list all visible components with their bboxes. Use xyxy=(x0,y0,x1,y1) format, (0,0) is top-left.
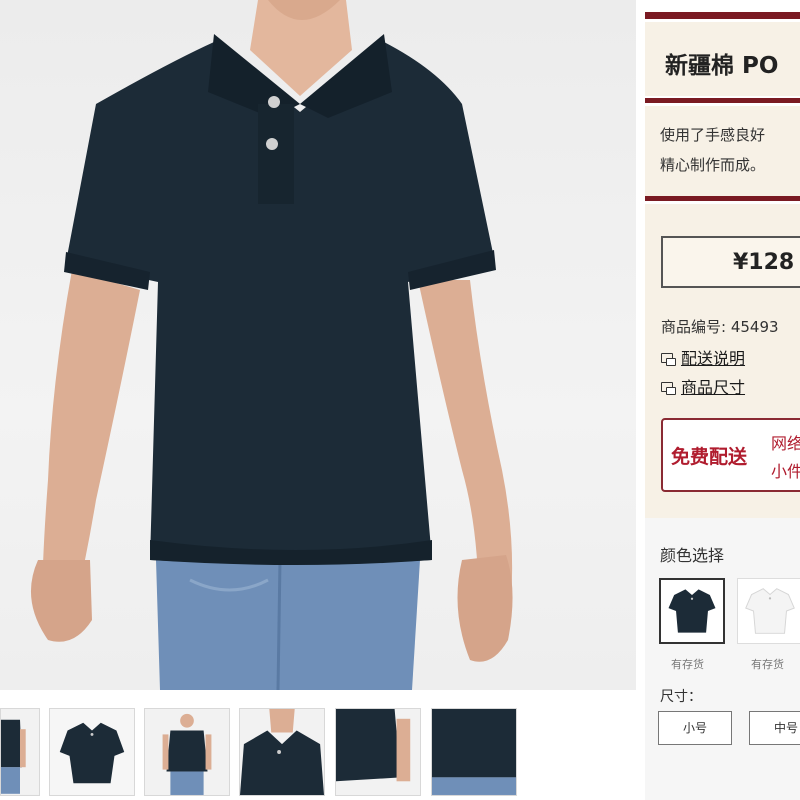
main-product-image[interactable] xyxy=(0,0,636,690)
delivery-info-link[interactable]: 配送说明 xyxy=(661,345,745,369)
product-title: 新疆棉 PO xyxy=(665,53,779,79)
size-chart-label: 商品尺寸 xyxy=(681,378,746,397)
product-page: 新疆棉 PO 使用了手感良好 精心制作而成。 ¥128 商品编号: 45493 … xyxy=(0,0,800,800)
thumbnail-image xyxy=(50,709,134,795)
thumbnail-1[interactable] xyxy=(0,708,40,796)
model-wearing-polo-illustration xyxy=(30,0,513,690)
thumbnail-image xyxy=(336,709,420,795)
thumbnail-image xyxy=(1,710,39,794)
price: ¥128 xyxy=(733,250,795,275)
price-box: ¥128 xyxy=(661,236,800,288)
size-button-medium[interactable]: 中号 xyxy=(749,711,800,745)
size-chart-link[interactable]: 商品尺寸 xyxy=(661,374,745,398)
description-band xyxy=(645,106,800,200)
delivery-info-label: 配送说明 xyxy=(681,349,746,368)
color-swatch-navy[interactable] xyxy=(659,578,725,644)
speech-bubbles-icon xyxy=(661,353,676,366)
stock-status-navy: 有存货 xyxy=(671,658,704,671)
thumbnail-image xyxy=(432,709,516,795)
speech-bubbles-icon xyxy=(661,382,676,395)
free-shipping-banner[interactable]: 免费配送 网络 小件 xyxy=(661,418,800,492)
size-label: 尺寸： xyxy=(660,689,702,705)
description-rule xyxy=(645,196,800,201)
thumbnail-5[interactable] xyxy=(335,708,421,796)
size-button-small[interactable]: 小号 xyxy=(658,711,732,745)
navy-polo-swatch-image xyxy=(668,589,716,633)
product-description-line2: 精心制作而成。 xyxy=(660,156,766,174)
title-rule xyxy=(645,98,800,103)
color-select-label: 颜色选择 xyxy=(660,546,725,565)
product-info-panel: 新疆棉 PO 使用了手感良好 精心制作而成。 ¥128 商品编号: 45493 … xyxy=(645,0,800,800)
thumbnail-3[interactable] xyxy=(144,708,230,796)
thumbnail-4[interactable] xyxy=(239,708,325,796)
item-number: 商品编号: 45493 xyxy=(661,318,779,336)
header-rule xyxy=(645,12,800,19)
thumbnail-image xyxy=(240,709,324,795)
free-shipping-note-line1: 网络 xyxy=(771,434,800,453)
thumbnail-2[interactable] xyxy=(49,708,135,796)
free-shipping-note-line2: 小件 xyxy=(771,462,800,481)
stock-status-white: 有存货 xyxy=(751,658,784,671)
free-shipping-title: 免费配送 xyxy=(671,446,748,468)
thumbnail-image xyxy=(145,709,229,795)
product-description-line1: 使用了手感良好 xyxy=(660,126,766,144)
white-polo-swatch-image xyxy=(745,588,795,634)
thumbnail-6[interactable] xyxy=(431,708,517,796)
color-swatch-white[interactable] xyxy=(737,578,800,644)
